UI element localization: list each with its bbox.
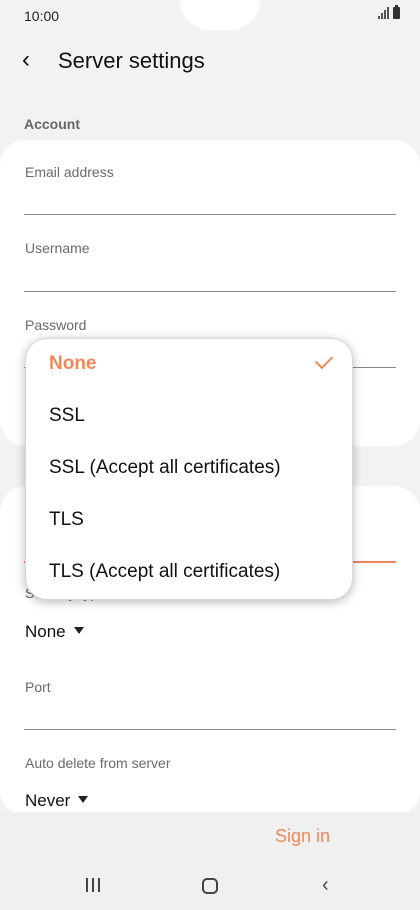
dropdown-option-none[interactable]: None xyxy=(26,339,354,391)
sign-in-button[interactable]: Sign in xyxy=(275,826,330,847)
bottom-action-bar: Sign in xyxy=(0,812,420,862)
port-label: Port xyxy=(25,679,51,695)
username-field[interactable] xyxy=(24,291,396,292)
dropdown-option-ssl-accept-all[interactable]: SSL (Accept all certificates) xyxy=(26,443,354,495)
caret-down-icon xyxy=(78,796,89,804)
security-type-value: None xyxy=(25,622,66,641)
status-time: 10:00 xyxy=(24,8,60,24)
back-arrow-icon[interactable]: ‹ xyxy=(22,48,46,72)
dropdown-option-label: SSL (Accept all certificates) xyxy=(49,457,281,478)
password-label: Password xyxy=(25,317,87,333)
email-field[interactable] xyxy=(24,214,396,215)
recent-apps-icon[interactable] xyxy=(86,878,100,892)
security-type-select[interactable]: None xyxy=(25,622,84,642)
page-title: Server settings xyxy=(58,48,205,73)
security-type-dropdown: None SSL SSL (Accept all certificates) T… xyxy=(25,338,353,600)
home-icon[interactable] xyxy=(202,878,218,894)
auto-delete-value: Never xyxy=(25,791,71,810)
dropdown-option-label: None xyxy=(49,353,97,374)
port-field[interactable] xyxy=(24,729,396,730)
nav-back-icon[interactable]: ‹ xyxy=(322,874,329,897)
dropdown-option-label: TLS (Accept all certificates) xyxy=(49,561,281,582)
section-label-account: Account xyxy=(24,116,80,132)
signal-icon xyxy=(378,7,389,19)
auto-delete-label: Auto delete from server xyxy=(25,755,171,771)
dropdown-option-tls-accept-all[interactable]: TLS (Accept all certificates) xyxy=(26,547,354,599)
dropdown-option-tls[interactable]: TLS xyxy=(26,495,354,547)
status-icons xyxy=(378,5,400,19)
status-bar: 10:00 xyxy=(0,0,420,34)
system-nav-bar: ‹ xyxy=(0,862,420,910)
email-label: Email address xyxy=(25,164,114,180)
dropdown-option-ssl[interactable]: SSL xyxy=(26,391,354,443)
dropdown-option-label: TLS xyxy=(49,509,84,530)
battery-icon xyxy=(393,5,400,19)
caret-down-icon xyxy=(73,627,84,635)
camera-notch xyxy=(180,0,260,30)
app-header: ‹ Server settings xyxy=(0,40,420,84)
check-icon xyxy=(314,350,334,370)
username-label: Username xyxy=(25,240,90,256)
dropdown-option-label: SSL xyxy=(49,405,85,426)
auto-delete-select[interactable]: Never xyxy=(25,791,89,811)
